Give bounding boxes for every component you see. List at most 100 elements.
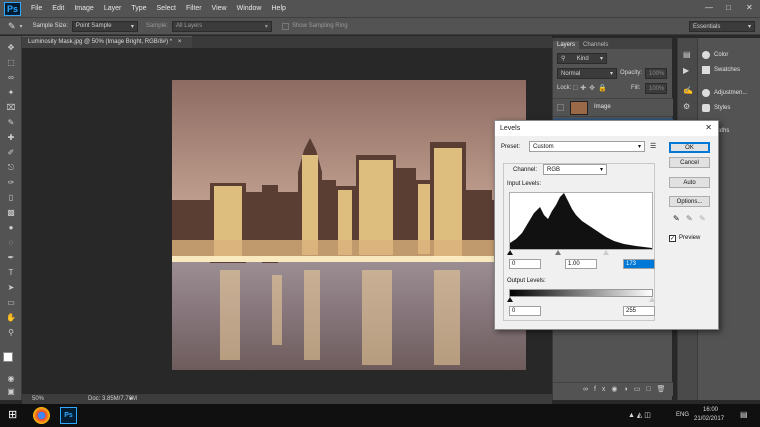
history-icon[interactable]: ▤ <box>683 50 691 59</box>
tab-layers[interactable]: Layers <box>553 41 580 49</box>
close-icon[interactable]: ✕ <box>705 123 712 132</box>
sampling-ring-checkbox[interactable] <box>281 22 289 30</box>
output-white-slider[interactable] <box>649 297 655 302</box>
type-tool-icon[interactable]: T <box>5 268 17 278</box>
windows-start-icon[interactable]: ⊞ <box>8 407 25 424</box>
eraser-tool-icon[interactable]: ▯ <box>5 193 17 203</box>
blur-tool-icon[interactable]: ● <box>5 223 17 233</box>
brush-tool-icon[interactable]: ✐ <box>5 148 17 158</box>
eyedropper-tool-icon[interactable]: ✎ <box>5 118 17 128</box>
history-brush-tool-icon[interactable]: ✑ <box>5 178 17 188</box>
document-tab[interactable]: Luminosity Mask.jpg @ 50% (Image Bright,… <box>22 36 192 48</box>
clone-source-icon[interactable]: ⚙ <box>683 102 690 111</box>
lock-label: Lock: <box>557 85 572 91</box>
output-sliders[interactable] <box>507 297 655 303</box>
adjustments-panel-item[interactable]: Adjustmen... <box>702 89 747 97</box>
crop-tool-icon[interactable]: ⌧ <box>5 103 17 113</box>
clock-time[interactable]: 16:00 <box>703 407 718 413</box>
auto-button[interactable]: Auto <box>669 177 710 188</box>
menu-help[interactable]: Help <box>272 5 286 12</box>
brush-panel-icon[interactable]: ✍ <box>683 86 693 95</box>
menu-view[interactable]: View <box>212 5 227 12</box>
close-tab-icon[interactable]: × <box>178 39 182 45</box>
menu-type[interactable]: Type <box>131 5 146 12</box>
menu-filter[interactable]: Filter <box>186 5 202 12</box>
options-button[interactable]: Options... <box>669 196 710 207</box>
close-icon[interactable]: ✕ <box>746 3 753 12</box>
menu-image[interactable]: Image <box>74 5 93 12</box>
tab-channels[interactable]: Channels <box>579 41 612 49</box>
output-black-slider[interactable] <box>507 297 513 302</box>
fill-input[interactable]: 100% <box>645 83 667 94</box>
dodge-tool-icon[interactable]: ◌ <box>5 238 17 248</box>
hand-tool-icon[interactable]: ✋ <box>5 313 17 323</box>
quick-select-tool-icon[interactable]: ✦ <box>5 88 17 98</box>
input-gamma-field[interactable]: 1.00 <box>565 259 597 269</box>
notifications-icon[interactable]: ▤ <box>740 410 748 419</box>
menu-file[interactable]: File <box>31 5 42 12</box>
clock-date[interactable]: 21/02/2017 <box>694 416 724 422</box>
channel-select[interactable]: RGB ▾ <box>543 164 607 175</box>
system-tray-icons[interactable]: ▲ ◭ ◫ <box>628 411 651 419</box>
path-selection-tool-icon[interactable]: ➤ <box>5 283 17 293</box>
opacity-input[interactable]: 100% <box>645 68 667 79</box>
maximize-icon[interactable]: □ <box>726 3 731 12</box>
clone-stamp-tool-icon[interactable]: ⎋ <box>5 163 17 173</box>
screen-mode-icon[interactable]: ▣ <box>5 387 17 397</box>
input-white-field[interactable]: 173 <box>623 259 655 269</box>
layer-actions-bar[interactable]: ∞fx◉◑▭□🗑 <box>553 382 673 396</box>
move-tool-icon[interactable]: ✥ <box>5 43 17 53</box>
visibility-eye-icon[interactable] <box>557 104 564 111</box>
layer-kind-filter[interactable]: ⚲ Kind ▾ <box>557 53 607 64</box>
rectangle-tool-icon[interactable]: ▭ <box>5 298 17 308</box>
photoshop-taskbar-icon[interactable]: Ps <box>60 407 77 424</box>
sample-size-select[interactable]: Point Sample ▾ <box>71 20 138 32</box>
chrome-icon[interactable] <box>33 407 50 424</box>
lasso-tool-icon[interactable]: ∞ <box>5 73 17 83</box>
workspace-select[interactable]: Essentials ▾ <box>689 21 755 32</box>
preview-checkbox[interactable]: ✓ <box>669 235 676 242</box>
black-point-eyedropper-icon[interactable]: ✎ <box>673 214 680 223</box>
foreground-color-swatch[interactable] <box>3 352 13 362</box>
lock-icons[interactable]: □✚✥🔒 <box>573 84 610 92</box>
preset-select[interactable]: Custom ▾ <box>529 141 645 152</box>
output-white-field[interactable]: 255 <box>623 306 655 316</box>
city-skyline-photo[interactable] <box>172 80 526 370</box>
menu-window[interactable]: Window <box>237 5 262 12</box>
actions-icon[interactable]: ▶ <box>683 66 689 75</box>
tool-preset-dropdown-icon[interactable]: ▾ <box>20 23 23 30</box>
minimize-icon[interactable]: — <box>705 3 713 12</box>
healing-brush-tool-icon[interactable]: ✚ <box>5 133 17 143</box>
menu-edit[interactable]: Edit <box>52 5 64 12</box>
input-black-slider[interactable] <box>507 250 513 255</box>
output-black-field[interactable]: 0 <box>509 306 541 316</box>
input-sliders[interactable] <box>507 250 653 256</box>
marquee-tool-icon[interactable]: ⬚ <box>5 58 17 68</box>
input-gamma-slider[interactable] <box>555 250 561 255</box>
cancel-button[interactable]: Cancel <box>669 157 710 168</box>
swatches-panel-item[interactable]: Swatches <box>702 66 740 74</box>
status-menu-icon[interactable]: ▸ <box>130 395 133 402</box>
menu-bar: Ps File Edit Image Layer Type Select Fil… <box>0 0 760 17</box>
gray-point-eyedropper-icon[interactable]: ✎ <box>686 214 693 223</box>
gradient-tool-icon[interactable]: ▩ <box>5 208 17 218</box>
styles-panel-item[interactable]: Styles <box>702 104 730 112</box>
input-black-field[interactable]: 0 <box>509 259 541 269</box>
blend-mode-select[interactable]: Normal ▾ <box>557 68 617 79</box>
menu-select[interactable]: Select <box>157 5 176 12</box>
layer-row-image[interactable]: Image <box>553 98 673 117</box>
input-white-slider[interactable] <box>603 250 609 255</box>
pen-tool-icon[interactable]: ✒ <box>5 253 17 263</box>
eyedropper-icon[interactable]: ✎ <box>8 21 16 32</box>
sample-select[interactable]: All Layers ▾ <box>171 20 272 32</box>
zoom-level[interactable]: 50% <box>32 396 44 402</box>
language-indicator[interactable]: ENG <box>676 412 689 418</box>
layers-panel-tabs: Layers Channels <box>553 38 672 49</box>
ok-button[interactable]: OK <box>669 142 710 153</box>
white-point-eyedropper-icon[interactable]: ✎ <box>699 214 706 223</box>
zoom-tool-icon[interactable]: ⚲ <box>5 328 17 338</box>
menu-layer[interactable]: Layer <box>104 5 122 12</box>
quick-mask-icon[interactable]: ◉ <box>5 374 17 384</box>
preset-options-icon[interactable]: ☰ <box>650 142 656 150</box>
color-panel-item[interactable]: Color <box>702 51 728 59</box>
